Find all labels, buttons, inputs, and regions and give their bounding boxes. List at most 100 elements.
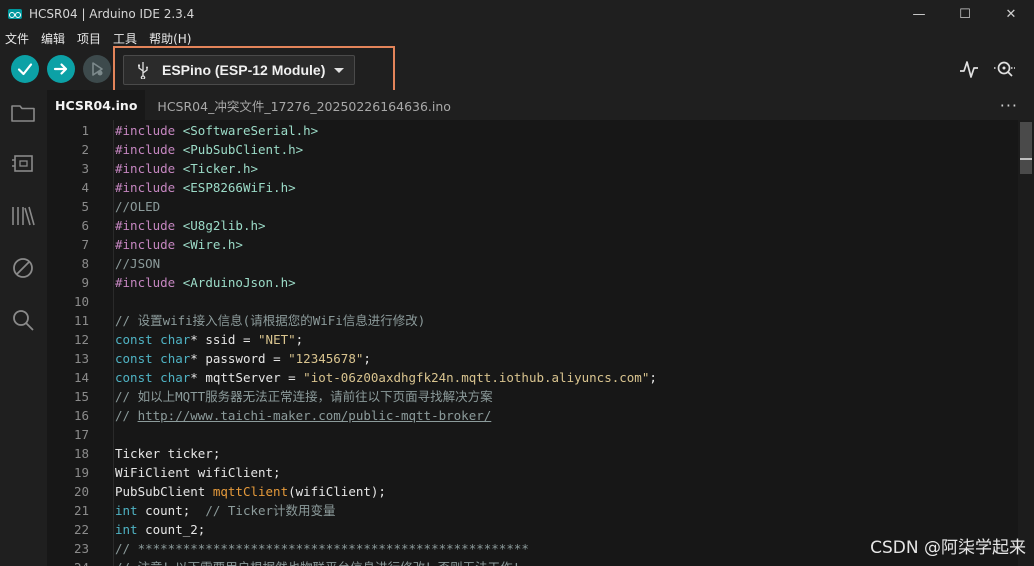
boards-manager-icon[interactable] (10, 151, 36, 177)
arduino-logo-icon (8, 9, 22, 19)
code-line: WiFiClient wifiClient; (115, 465, 281, 480)
window-controls: — ☐ ✕ (896, 0, 1034, 28)
more-options-button[interactable]: ··· (1000, 96, 1018, 115)
line-number: 12 (73, 332, 89, 347)
line-number: 3 (81, 161, 89, 176)
code-token: (wifiClient); (288, 484, 386, 499)
arrow-right-icon (53, 63, 68, 75)
board-selector[interactable]: ESPino (ESP-12 Module) (123, 55, 355, 85)
code-token: * password = (190, 351, 289, 366)
gutter-divider (113, 120, 114, 566)
debug-button[interactable] (83, 55, 111, 83)
code-line: #include <Wire.h> (115, 235, 243, 254)
code-line: int count; // Ticker计数用变量 (115, 501, 336, 520)
code-line: // *************************************… (115, 541, 529, 556)
code-token: "iot-06z00axdhgfk24n.mqtt.iothub.aliyunc… (303, 370, 650, 385)
code-token: #include (115, 275, 176, 290)
line-number: 18 (73, 446, 89, 461)
code-token: <ArduinoJson.h> (175, 275, 296, 290)
line-number: 4 (81, 180, 89, 195)
line-number: 16 (73, 408, 89, 423)
menu-file[interactable]: 文件 (5, 30, 29, 47)
line-number: 22 (73, 522, 89, 537)
code-token: const (115, 370, 153, 385)
search-icon[interactable] (10, 307, 36, 333)
code-token: <SoftwareSerial.h> (175, 123, 319, 138)
code-token: * mqttServer = (190, 370, 304, 385)
code-line: // http://www.taichi-maker.com/public-mq… (115, 406, 491, 425)
code-token: #include (115, 142, 176, 157)
code-line: #include <Ticker.h> (115, 159, 258, 178)
code-token: ; (295, 332, 304, 347)
tab-conflict-file[interactable]: HCSR04_冲突文件_17276_20250226164636.ino (149, 90, 459, 120)
code-line: // 注意！以下需要用户根据然也物联平台信息进行修改！否则无法工作! (115, 558, 520, 566)
code-token: "12345678" (288, 351, 364, 366)
debug-disabled-icon[interactable] (10, 255, 36, 281)
code-editor[interactable]: 1 2 3 4 5 6 7 8 9 10 11 12 13 14 15 16 1… (47, 120, 1034, 566)
line-number: 23 (73, 541, 89, 556)
watermark: CSDN @阿柒学起来 (870, 538, 1026, 558)
debug-icon (92, 62, 103, 76)
chevron-down-icon (334, 67, 345, 73)
line-number: 20 (73, 484, 89, 499)
code-line: const char* mqttServer = "iot-06z00axdhg… (115, 368, 657, 387)
line-number: 1 (81, 123, 89, 138)
code-token: <PubSubClient.h> (175, 142, 304, 157)
menu-edit[interactable]: 编辑 (41, 30, 65, 47)
code-token: count_2; (137, 522, 206, 537)
code-token: mqttClient (212, 484, 289, 499)
code-token: char (152, 370, 191, 385)
code-token: int (115, 522, 138, 537)
code-line: #include <ArduinoJson.h> (115, 273, 296, 292)
code-line: //JSON (115, 256, 161, 271)
code-line: #include <PubSubClient.h> (115, 140, 303, 159)
code-token: <ESP8266WiFi.h> (175, 180, 296, 195)
sidebar (0, 90, 47, 566)
code-token: #include (115, 161, 176, 176)
serial-monitor-icon[interactable] (993, 58, 1017, 80)
maximize-button[interactable]: ☐ (942, 0, 988, 28)
code-token: count; (137, 503, 206, 518)
line-number: 17 (73, 427, 89, 442)
upload-button[interactable] (47, 55, 75, 83)
code-line: #include <ESP8266WiFi.h> (115, 178, 296, 197)
code-line: #include <SoftwareSerial.h> (115, 121, 318, 140)
code-token: char (152, 351, 191, 366)
code-token: #include (115, 218, 176, 233)
minimize-button[interactable]: — (896, 0, 942, 28)
checkmark-icon (17, 63, 33, 76)
serial-plotter-icon[interactable] (957, 58, 981, 80)
line-number: 21 (73, 503, 89, 518)
line-number: 10 (73, 294, 89, 309)
title-bar: HCSR04 | Arduino IDE 2.3.4 — ☐ ✕ (0, 0, 1034, 28)
verify-button[interactable] (11, 55, 39, 83)
scrollbar-thumb[interactable] (1020, 122, 1032, 174)
usb-icon (138, 62, 148, 79)
line-number: 19 (73, 465, 89, 480)
code-token: * ssid = (190, 332, 259, 347)
line-number: 8 (81, 256, 89, 271)
folder-icon[interactable] (10, 100, 36, 126)
close-button[interactable]: ✕ (988, 0, 1034, 28)
menu-sketch[interactable]: 项目 (77, 30, 101, 47)
line-number: 14 (73, 370, 89, 385)
code-token: #include (115, 180, 176, 195)
line-number: 9 (81, 275, 89, 290)
code-token: <Wire.h> (175, 237, 243, 252)
line-number: 6 (81, 218, 89, 233)
menu-tools[interactable]: 工具 (113, 30, 137, 47)
code-token: #include (115, 123, 176, 138)
code-token: <Ticker.h> (175, 161, 259, 176)
code-line: const char* ssid = "NET"; (115, 330, 303, 349)
code-token: ; (363, 351, 371, 366)
code-line: const char* password = "12345678"; (115, 349, 371, 368)
code-link[interactable]: http://www.taichi-maker.com/public-mqtt-… (138, 408, 492, 423)
code-token: int (115, 503, 138, 518)
library-icon[interactable] (10, 203, 36, 229)
menu-help[interactable]: 帮助(H) (149, 30, 191, 47)
tab-hcsr04[interactable]: HCSR04.ino (47, 90, 146, 120)
line-number: 5 (81, 199, 89, 214)
code-token: char (152, 332, 191, 347)
vertical-scrollbar[interactable] (1018, 120, 1034, 566)
window-title: HCSR04 | Arduino IDE 2.3.4 (29, 7, 195, 21)
